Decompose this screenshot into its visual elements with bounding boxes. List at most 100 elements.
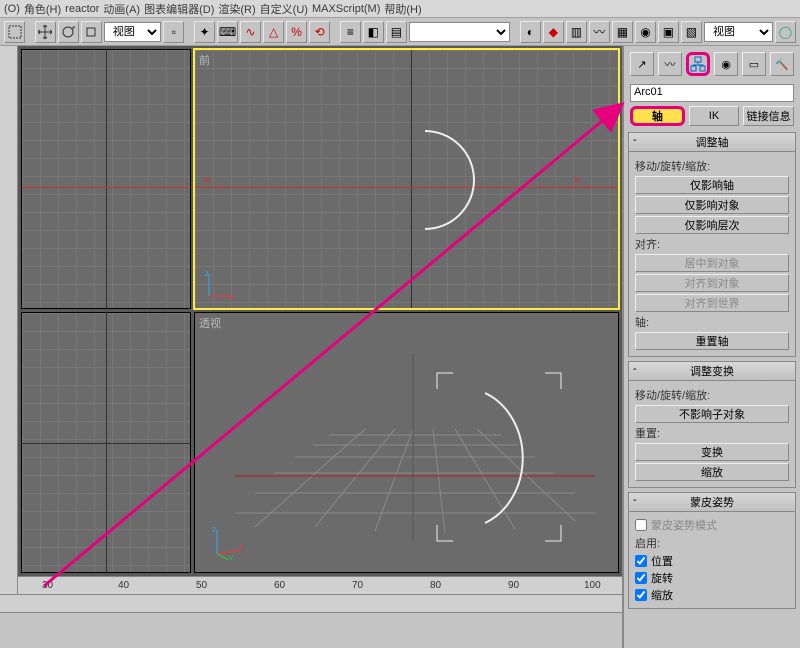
pivot-center-icon[interactable]: ▫ — [163, 21, 184, 43]
utilities-tab-icon[interactable]: 🔨 — [770, 52, 794, 76]
mirror2-icon[interactable]: ◐ — [520, 21, 541, 43]
menu-anim[interactable]: 动画(A) — [103, 1, 140, 17]
ruler-tick: 100 — [584, 580, 601, 591]
keyboard-shortcut-icon[interactable]: ⌨ — [217, 21, 238, 43]
rollout-header[interactable]: 调整变换 — [629, 362, 795, 381]
viewport-top-left[interactable] — [21, 49, 191, 309]
hierarchy-subtabs: 轴 IK 链接信息 — [624, 106, 800, 130]
ruler-tick: 50 — [196, 580, 207, 591]
enable-scale-checkbox[interactable] — [635, 589, 647, 601]
menu-reactor[interactable]: reactor — [65, 3, 99, 15]
rotate-icon[interactable] — [58, 21, 79, 43]
align2-icon[interactable]: ◆ — [543, 21, 564, 43]
check-label: 缩放 — [651, 587, 673, 603]
menu-graph[interactable]: 图表编辑器(D) — [144, 1, 214, 17]
viewport-label: 前 — [199, 52, 210, 68]
rollout-adjust-xform: 调整变换 移动/旋转/缩放: 不影响子对象 重置: 变换 缩放 — [628, 361, 796, 488]
axis-gizmo: x z y — [211, 526, 245, 560]
svg-text:x: x — [229, 293, 233, 300]
reset-scale-button[interactable]: 缩放 — [635, 463, 789, 481]
axis-gizmo: x z — [205, 270, 235, 300]
align-to-world-button[interactable]: 对齐到世界 — [635, 294, 789, 312]
svg-text:y: y — [229, 553, 233, 560]
affect-hierarchy-only-button[interactable]: 仅影响层次 — [635, 216, 789, 234]
viewport-front[interactable]: 前 × × x z — [194, 49, 619, 309]
curve-editor-icon[interactable]: 〰 — [589, 21, 610, 43]
spinner-snap-icon[interactable]: ⟲ — [309, 21, 330, 43]
ruler-tick: 60 — [274, 580, 285, 591]
viewport-grid: 前 × × x z 透视 — [18, 46, 622, 576]
mirror-icon[interactable]: ◧ — [363, 21, 384, 43]
scale-icon[interactable] — [81, 21, 102, 43]
align-to-object-button[interactable]: 对齐到对象 — [635, 274, 789, 292]
menu-role[interactable]: 角色(H) — [24, 1, 61, 17]
check-label: 位置 — [651, 553, 673, 569]
rollout-header[interactable]: 蒙皮姿势 — [629, 493, 795, 512]
select-region-icon[interactable] — [4, 21, 25, 43]
select-manipulate-icon[interactable]: ✦ — [194, 21, 215, 43]
rollout-adjust-pivot: 调整轴 移动/旋转/缩放: 仅影响轴 仅影响对象 仅影响层次 对齐: 居中到对象… — [628, 132, 796, 357]
menu-render[interactable]: 渲染(R) — [218, 1, 255, 17]
angle-snap-icon[interactable]: △ — [263, 21, 284, 43]
menu-o[interactable]: (O) — [4, 3, 20, 15]
percent-snap-icon[interactable]: % — [286, 21, 307, 43]
selection-set-dropdown[interactable] — [409, 22, 510, 42]
display-tab-icon[interactable]: ▭ — [742, 52, 766, 76]
status-bar — [0, 612, 622, 648]
enable-rotation-checkbox[interactable] — [635, 572, 647, 584]
skin-pose-mode-checkbox[interactable] — [635, 519, 647, 531]
ref-coord-dropdown[interactable]: 视图 — [104, 22, 162, 42]
menu-bar: (O) 角色(H) reactor 动画(A) 图表编辑器(D) 渲染(R) 自… — [0, 0, 800, 18]
check-label: 旋转 — [651, 570, 673, 586]
ruler-tick: 80 — [430, 580, 441, 591]
viewport-bottom-left[interactable] — [21, 312, 191, 573]
object-name-field[interactable]: Arc01 — [630, 84, 794, 102]
affect-object-only-button[interactable]: 仅影响对象 — [635, 196, 789, 214]
center-to-object-button[interactable]: 居中到对象 — [635, 254, 789, 272]
menu-custom[interactable]: 自定义(U) — [260, 1, 308, 17]
material-editor-icon[interactable]: ◉ — [635, 21, 656, 43]
group-label: 重置: — [635, 425, 789, 441]
viewport-perspective[interactable]: 透视 — [194, 312, 619, 573]
named-sel-icon[interactable]: ≡ — [340, 21, 361, 43]
group-label: 移动/旋转/缩放: — [635, 158, 789, 174]
modify-tab-icon[interactable]: 〰 — [658, 52, 682, 76]
group-label: 移动/旋转/缩放: — [635, 387, 789, 403]
vertical-ruler — [0, 46, 18, 594]
svg-text:x: x — [239, 541, 243, 550]
affect-pivot-only-button[interactable]: 仅影响轴 — [635, 176, 789, 194]
render-frame-icon[interactable]: ▧ — [681, 21, 702, 43]
layers-icon[interactable]: ▥ — [566, 21, 587, 43]
reset-pivot-button[interactable]: 重置轴 — [635, 332, 789, 350]
rollout-skin-pose: 蒙皮姿势 蒙皮姿势模式 启用: 位置 旋转 缩放 — [628, 492, 796, 609]
align-icon[interactable]: ▤ — [386, 21, 407, 43]
ruler-tick: 70 — [352, 580, 363, 591]
hierarchy-tab-icon[interactable] — [686, 52, 710, 76]
view-dropdown2[interactable]: 视图 — [704, 22, 773, 42]
snap-toggle-icon[interactable]: ∿ — [240, 21, 261, 43]
group-label: 轴: — [635, 314, 789, 330]
arc-object — [375, 130, 475, 230]
no-affect-children-button[interactable]: 不影响子对象 — [635, 405, 789, 423]
reset-xform-button[interactable]: 变换 — [635, 443, 789, 461]
ruler-tick: 30 — [42, 580, 53, 591]
timeline[interactable] — [0, 594, 622, 612]
menu-help[interactable]: 帮助(H) — [384, 1, 421, 17]
pivot-subtab[interactable]: 轴 — [630, 106, 685, 126]
schematic-icon[interactable]: ▦ — [612, 21, 633, 43]
rollout-header[interactable]: 调整轴 — [629, 133, 795, 152]
create-tab-icon[interactable]: ↗ — [630, 52, 654, 76]
motion-tab-icon[interactable]: ◉ — [714, 52, 738, 76]
check-label: 蒙皮姿势模式 — [651, 517, 717, 533]
perspective-grid — [195, 313, 618, 572]
move-icon[interactable] — [35, 21, 56, 43]
ik-subtab[interactable]: IK — [689, 106, 740, 126]
menu-maxscript[interactable]: MAXScript(M) — [312, 3, 380, 15]
horizontal-ruler: 30 40 50 60 70 80 90 100 — [18, 576, 622, 594]
panel-tabstrip: ↗ 〰 ◉ ▭ 🔨 — [624, 52, 800, 76]
main-toolbar: 视图 ▫ ✦ ⌨ ∿ △ % ⟲ ≡ ◧ ▤ ◐ ◆ ▥ 〰 ▦ ◉ ▣ ▧ 视… — [0, 18, 800, 46]
enable-position-checkbox[interactable] — [635, 555, 647, 567]
render-setup-icon[interactable]: ▣ — [658, 21, 679, 43]
link-info-subtab[interactable]: 链接信息 — [743, 106, 794, 126]
render-icon[interactable]: ◯ — [775, 21, 796, 43]
